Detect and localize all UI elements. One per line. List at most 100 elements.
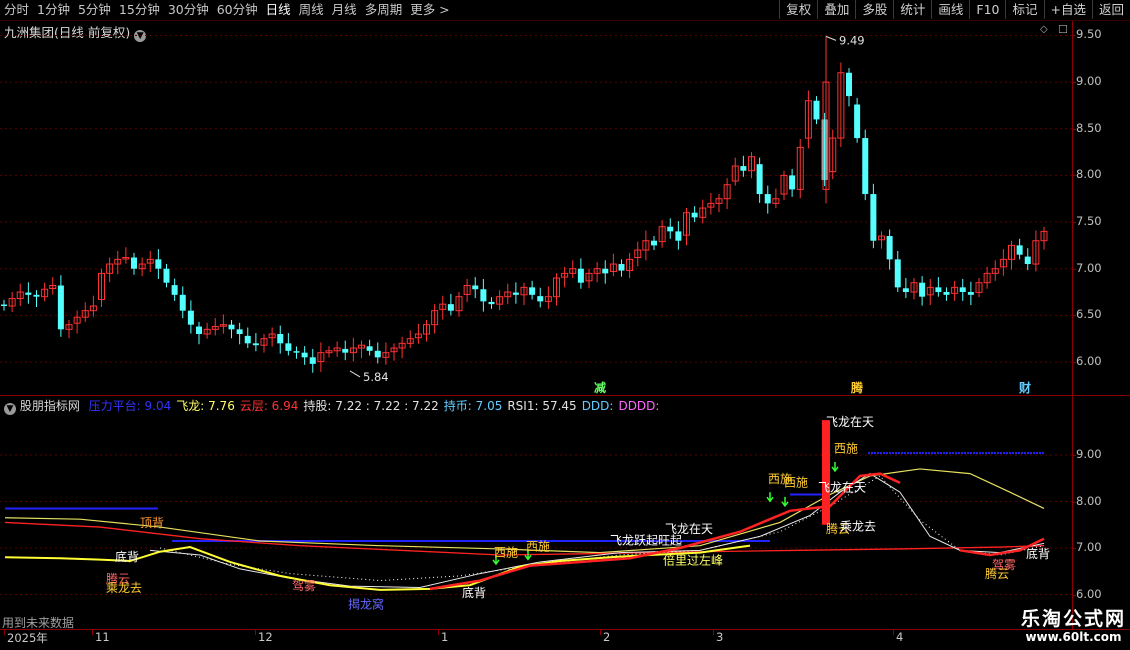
signal-label: 西施 <box>526 539 550 553</box>
toolbar-button[interactable]: 复权 <box>779 0 817 19</box>
signal-label: 乘龙去 <box>840 519 876 533</box>
period-tab[interactable]: 更多 > <box>406 0 453 20</box>
candle-body-down <box>602 268 609 274</box>
candle-body-down <box>293 351 300 353</box>
toolbar-button[interactable]: 标记 <box>1005 0 1043 19</box>
candle-body-down <box>472 285 479 290</box>
date-label: 2025年 <box>7 631 48 645</box>
period-tab[interactable]: 15分钟 <box>115 0 164 20</box>
period-tab[interactable]: 分时 <box>0 0 33 20</box>
toolbar-button[interactable]: F10 <box>969 0 1005 19</box>
signal-label: 底背 <box>462 585 486 600</box>
indicator-tick-label: 8.00 <box>1076 493 1102 508</box>
period-tab[interactable]: 月线 <box>328 0 361 20</box>
candle-body-down <box>488 301 495 305</box>
x-axis-border <box>0 629 1130 630</box>
signal-marker[interactable]: 腾 <box>850 380 864 395</box>
toolbar-button[interactable]: 统计 <box>893 0 931 19</box>
candle-body-down <box>862 138 869 195</box>
period-tab[interactable]: 60分钟 <box>213 0 262 20</box>
date-tick <box>255 629 256 635</box>
period-toolbar: 分时 1分钟 5分钟 15分钟 30分钟 60分钟 日线 周线 月线 多周期 更多 > 复权 叠加 多股… <box>0 0 1130 21</box>
candle-body-down <box>577 268 584 283</box>
candle-body-down <box>374 350 381 358</box>
period-tab[interactable]: 多周期 <box>361 0 407 20</box>
candlestick-chart[interactable]: 9.49 5.84 减 腾 财 <box>0 21 1072 395</box>
date-tick <box>600 629 601 635</box>
candle-body-down <box>25 292 32 295</box>
signal-label: 乘龙去 <box>106 581 142 595</box>
candle-body-down <box>618 264 625 271</box>
price-tick-label: 6.50 <box>1076 307 1102 322</box>
candle-body-down <box>342 348 349 353</box>
candle-body-down <box>301 352 308 358</box>
candle-body-down <box>277 334 284 344</box>
candle-body-down <box>366 346 373 351</box>
candle-body-down <box>309 357 316 364</box>
candle-body-down <box>236 329 243 335</box>
signal-label: 底背 <box>1026 546 1050 561</box>
toolbar-button[interactable]: 画线 <box>931 0 969 19</box>
period-tab[interactable]: 周线 <box>295 0 328 20</box>
period-tab[interactable]: 30分钟 <box>164 0 213 20</box>
tick-mark <box>1072 594 1076 596</box>
period-tab[interactable]: 日线 <box>262 0 295 20</box>
signal-marker[interactable]: 减 <box>594 380 606 395</box>
toolbar-button[interactable]: 返回 <box>1091 0 1130 19</box>
signal-label: 底背 <box>115 549 139 564</box>
date-tick <box>4 629 5 635</box>
candle-body-down <box>675 231 682 241</box>
candle-body-down <box>1 304 7 307</box>
date-tick <box>438 629 439 635</box>
period-tab[interactable]: 1分钟 <box>33 0 74 20</box>
down-arrow-icon <box>831 461 839 473</box>
site-watermark: 乐淘公式网 www.60lt.com <box>1021 608 1126 644</box>
indicator-tick-label: 6.00 <box>1076 586 1102 601</box>
signal-label: 揭龙窝 <box>348 596 384 611</box>
candle-body-down <box>228 324 235 330</box>
date-label: 1 <box>441 630 449 644</box>
candle-body-down <box>33 294 40 297</box>
price-tick-label: 6.00 <box>1076 354 1102 368</box>
toolbar-buttons: 复权 叠加 多股 统计 画线 F10 标记 +自选 返回 <box>779 0 1130 20</box>
candle-body-down <box>651 240 657 246</box>
signal-label: 西施 <box>834 442 858 456</box>
period-tab[interactable]: 5分钟 <box>74 0 115 20</box>
candle-body-down <box>967 292 974 295</box>
candle-body-down <box>740 166 747 171</box>
low-price-label: 5.84 <box>363 370 389 384</box>
candle-body-down <box>789 175 796 190</box>
indicator-chart[interactable]: 顶背底背腾云乘龙去 驾雾揭龙窝底背西施 西施 飞龙跃起旺起飞龙在天倍里过左峰西施西施飞… <box>0 396 1072 629</box>
candle-body-down <box>1024 256 1031 265</box>
signal-label: 飞龙在天 <box>665 522 713 536</box>
candle-body-down <box>131 257 137 269</box>
candle-body-down <box>529 287 536 295</box>
tick-mark <box>1072 35 1076 37</box>
tick-mark <box>1072 82 1076 84</box>
date-label: 4 <box>896 630 904 644</box>
tick-mark <box>1072 548 1076 549</box>
right-axis-border <box>1072 21 1073 629</box>
candle-body-down <box>894 259 901 288</box>
signal-marker[interactable]: 财 <box>1018 380 1031 395</box>
candle-body-down <box>886 236 893 260</box>
candle-body-down <box>870 194 877 241</box>
tick-mark <box>1072 362 1076 363</box>
tick-mark <box>1072 128 1076 130</box>
candle-body-down <box>691 212 698 218</box>
tick-mark <box>1072 268 1076 270</box>
period-tabs: 分时 1分钟 5分钟 15分钟 30分钟 60分钟 日线 周线 月线 多周期 更多 > <box>0 0 454 20</box>
toolbar-button[interactable]: 多股 <box>855 0 893 19</box>
toolbar-button[interactable]: 叠加 <box>817 0 855 19</box>
price-line <box>149 473 1045 589</box>
candle-body-down <box>764 194 771 204</box>
candle-body-down <box>155 259 162 269</box>
tick-mark <box>1072 222 1076 224</box>
candle-body-down <box>163 268 170 283</box>
candle-body-down <box>285 343 292 351</box>
candle-body-down <box>179 294 186 311</box>
candle-body-down <box>537 296 544 302</box>
toolbar-button[interactable]: +自选 <box>1043 0 1092 19</box>
high-price-label: 9.49 <box>839 33 865 47</box>
candle-body-down <box>171 285 178 295</box>
